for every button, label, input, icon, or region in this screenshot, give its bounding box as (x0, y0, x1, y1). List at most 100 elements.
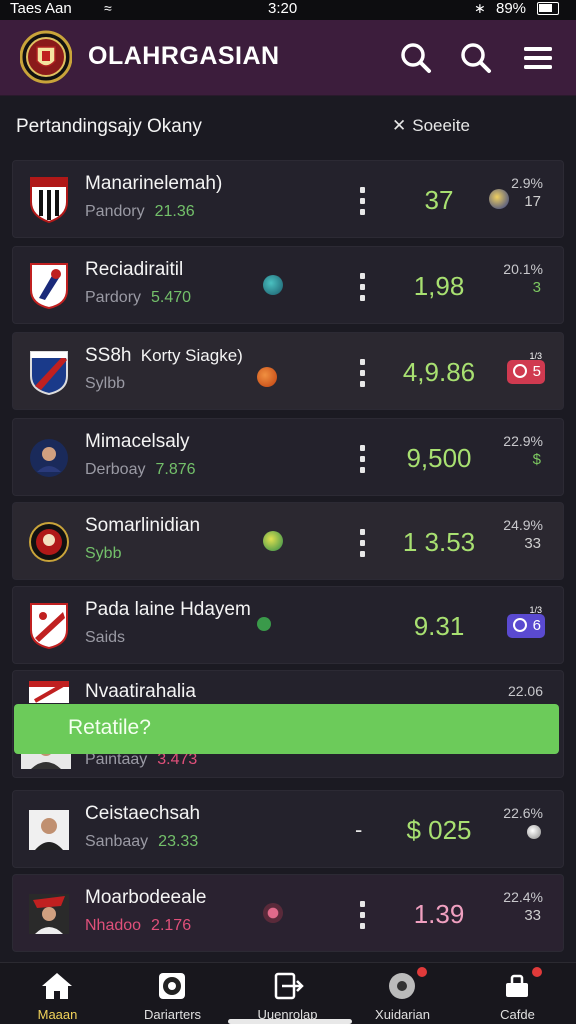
battery-icon (537, 2, 559, 15)
app-title: OLAHRGASIAN (88, 42, 280, 70)
league-info: Nhadoo 2.176 (85, 917, 191, 935)
team-name: Manarinelemah) (85, 173, 223, 194)
nav-item-export[interactable]: Uuenrolap (230, 967, 345, 1023)
team-name: Ceistaechsah (85, 803, 201, 824)
league-name: Sanbaay (85, 833, 149, 850)
league-name: Sylbb (85, 375, 126, 392)
odds-value[interactable]: 4,9.86 (389, 357, 489, 388)
more-options-icon[interactable] (355, 529, 369, 557)
alert-badge[interactable]: 5 1/3 (507, 351, 545, 384)
count-label: 33 (524, 907, 541, 924)
menu-icon (524, 47, 552, 69)
league-name: Pardory (85, 289, 142, 306)
wifi-icon: ≈ (104, 0, 112, 16)
team-short-name: SS8h (85, 345, 132, 366)
match-card[interactable]: SS8h Korty Siagke) Sylbb 4,9.86 5 1/3 (12, 332, 564, 410)
nav-item-bag[interactable]: Cafde (460, 967, 575, 1023)
match-card[interactable]: Somarlinidian Sybb 1 3.53 24.9% 33 (12, 502, 564, 580)
status-bar: Taes Aan ≈ 3:20 ∗ 89% (0, 0, 576, 20)
nav-item-ball[interactable]: Xuidarian (345, 967, 460, 1023)
match-card[interactable]: Pada laine Hdayem Saids 9.31 6 1/3 (12, 586, 564, 664)
league-value: 2.176 (151, 917, 192, 934)
team-logo-icon (30, 603, 68, 650)
close-search-button[interactable]: ✕ Soeeite (392, 116, 470, 136)
ball-icon (489, 189, 509, 209)
nav-item-home[interactable]: Maaan (0, 967, 115, 1023)
league-name: Saids (85, 629, 126, 646)
odds-value[interactable]: 1,98 (389, 271, 489, 302)
more-options-icon[interactable] (355, 273, 369, 301)
close-icon: ✕ (392, 116, 407, 135)
club-crest-logo[interactable] (19, 29, 73, 85)
team-name: Pada laine Hdayem (85, 599, 251, 620)
match-card[interactable]: Manarinelemah) Pandory 21.36 37 2.9% 17 (12, 160, 564, 238)
home-icon (42, 973, 72, 999)
percent-label: 20.1% (503, 261, 543, 277)
notification-toast[interactable]: Retatile? (14, 704, 559, 754)
badge-icon (513, 618, 527, 632)
league-name: Nhadoo (85, 917, 142, 934)
nav-item-matches[interactable]: Dariarters (115, 967, 230, 1023)
percent-label: 22.6% (503, 805, 543, 821)
league-value: 21.36 (154, 203, 195, 220)
app-header: OLAHRGASIAN (0, 20, 576, 96)
bluetooth-icon: ∗ (474, 0, 486, 16)
count-label: 33 (524, 535, 541, 552)
more-options-icon[interactable] (355, 445, 369, 473)
badge-icon (513, 364, 527, 378)
odds-value[interactable]: 1.39 (389, 899, 489, 930)
toast-label: Retatile? (68, 716, 151, 739)
badge-top-label: 1/3 (529, 351, 542, 361)
status-dot-icon (257, 617, 271, 631)
badge-count: 5 (532, 363, 541, 380)
notification-dot (532, 967, 542, 977)
team-name: Mimacelsaly (85, 431, 190, 452)
more-options-icon[interactable] (355, 901, 369, 929)
bottom-nav: Maaan Dariarters Uuenrolap Xuidarian Caf (0, 962, 576, 1024)
odds-value[interactable]: 9.31 (389, 611, 489, 642)
nav-label: Cafde (500, 1007, 535, 1022)
search-icon (401, 43, 431, 73)
section-title: Pertandingsajy Okany (16, 116, 202, 137)
count-label: 17 (524, 193, 541, 210)
league-info: Sanbaay 23.33 (85, 833, 198, 851)
match-card[interactable]: Moarbodeeale Nhadoo 2.176 1.39 22.4% 33 (12, 874, 564, 952)
league-info: Sylbb (85, 375, 125, 393)
odds-value[interactable]: 9,500 (389, 443, 489, 474)
status-dot-icon (257, 367, 277, 387)
more-options-icon[interactable] (355, 187, 369, 215)
team-logo-icon (29, 522, 69, 562)
odds-value[interactable]: $ 025 (389, 815, 489, 846)
badge-top-label: 1/3 (529, 605, 542, 615)
match-card[interactable]: Mimacelsaly Derboay 7.876 9,500 22.9% $ (12, 418, 564, 496)
league-info: Derboay 7.876 (85, 461, 196, 479)
percent-label: 22.9% (503, 433, 543, 449)
league-info: Sybb (85, 545, 121, 563)
match-card[interactable]: Ceistaechsah Sanbaay 23.33 - $ 025 22.6% (12, 790, 564, 868)
odds-value[interactable]: 37 (389, 185, 489, 216)
league-name: Pandory (85, 203, 145, 220)
search-button-secondary[interactable] (456, 38, 496, 78)
team-name: Somarlinidian (85, 515, 201, 536)
menu-button[interactable] (518, 38, 558, 78)
percent-label: 22.06 (507, 683, 543, 699)
team-logo-icon (29, 681, 69, 703)
nav-label: Maaan (37, 1007, 78, 1022)
notification-dot (417, 967, 427, 977)
match-card[interactable]: Reciadiraitil Pardory 5.470 1,98 20.1% 3 (12, 246, 564, 324)
league-info: Saids (85, 629, 125, 647)
export-icon (274, 972, 304, 1000)
alert-badge[interactable]: 6 1/3 (507, 605, 545, 638)
odds-value[interactable]: 1 3.53 (389, 527, 489, 558)
league-info: Pandory 21.36 (85, 203, 195, 221)
status-dot-icon (263, 531, 283, 551)
team-logo-icon (30, 351, 68, 396)
team-name: Nvaatirahalia (85, 681, 196, 702)
bag-icon (506, 974, 528, 997)
league-name: Derboay (85, 461, 146, 478)
status-dot-icon (263, 903, 283, 923)
search-button[interactable] (396, 38, 436, 78)
ball-icon (527, 825, 541, 839)
nav-label: Dariarters (143, 1007, 202, 1022)
more-options-icon[interactable] (355, 359, 369, 387)
